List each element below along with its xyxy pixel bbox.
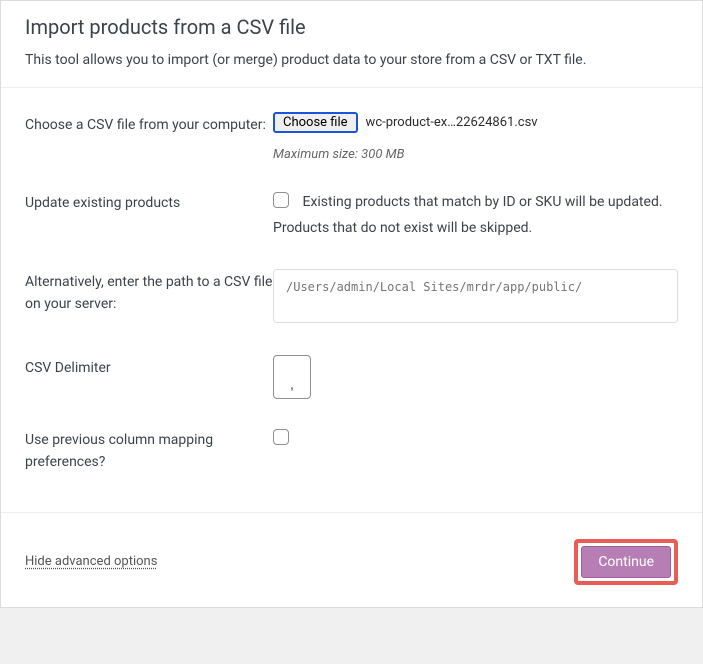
update-existing-description: Existing products that match by ID or SK…: [273, 194, 663, 235]
continue-button[interactable]: Continue: [581, 546, 671, 578]
choose-file-control: Choose file wc-product-ex…22624861.csv M…: [273, 112, 678, 162]
server-path-input[interactable]: [273, 269, 678, 323]
update-existing-checkbox[interactable]: [273, 192, 289, 208]
max-size-hint: Maximum size: 300 MB: [273, 147, 678, 162]
mapping-control: [273, 427, 678, 445]
chosen-file-name: wc-product-ex…22624861.csv: [366, 115, 538, 130]
row-mapping: Use previous column mapping preferences?: [25, 427, 678, 474]
panel-footer: Hide advanced options Continue: [1, 512, 702, 607]
delimiter-control: [273, 355, 678, 399]
update-existing-label: Update existing products: [25, 190, 273, 214]
row-server-path: Alternatively, enter the path to a CSV f…: [25, 269, 678, 327]
import-panel: Import products from a CSV file This too…: [0, 0, 703, 608]
continue-highlight: Continue: [574, 539, 678, 585]
choose-file-label: Choose a CSV file from your computer:: [25, 112, 273, 136]
server-path-label: Alternatively, enter the path to a CSV f…: [25, 269, 273, 316]
mapping-label: Use previous column mapping preferences?: [25, 427, 273, 474]
mapping-checkbox[interactable]: [273, 429, 289, 445]
row-choose-file: Choose a CSV file from your computer: Ch…: [25, 112, 678, 162]
hide-advanced-link[interactable]: Hide advanced options: [25, 554, 157, 569]
server-path-control: [273, 269, 678, 327]
form-area: Choose a CSV file from your computer: Ch…: [1, 87, 702, 511]
page-subtitle: This tool allows you to import (or merge…: [25, 49, 678, 71]
choose-file-button[interactable]: Choose file: [273, 112, 358, 133]
row-delimiter: CSV Delimiter: [25, 355, 678, 399]
delimiter-input[interactable]: [273, 355, 311, 399]
row-update-existing: Update existing products Existing produc…: [25, 190, 678, 240]
delimiter-label: CSV Delimiter: [25, 355, 273, 379]
page-title: Import products from a CSV file: [25, 15, 678, 39]
update-existing-control: Existing products that match by ID or SK…: [273, 190, 678, 240]
panel-header: Import products from a CSV file This too…: [1, 1, 702, 87]
